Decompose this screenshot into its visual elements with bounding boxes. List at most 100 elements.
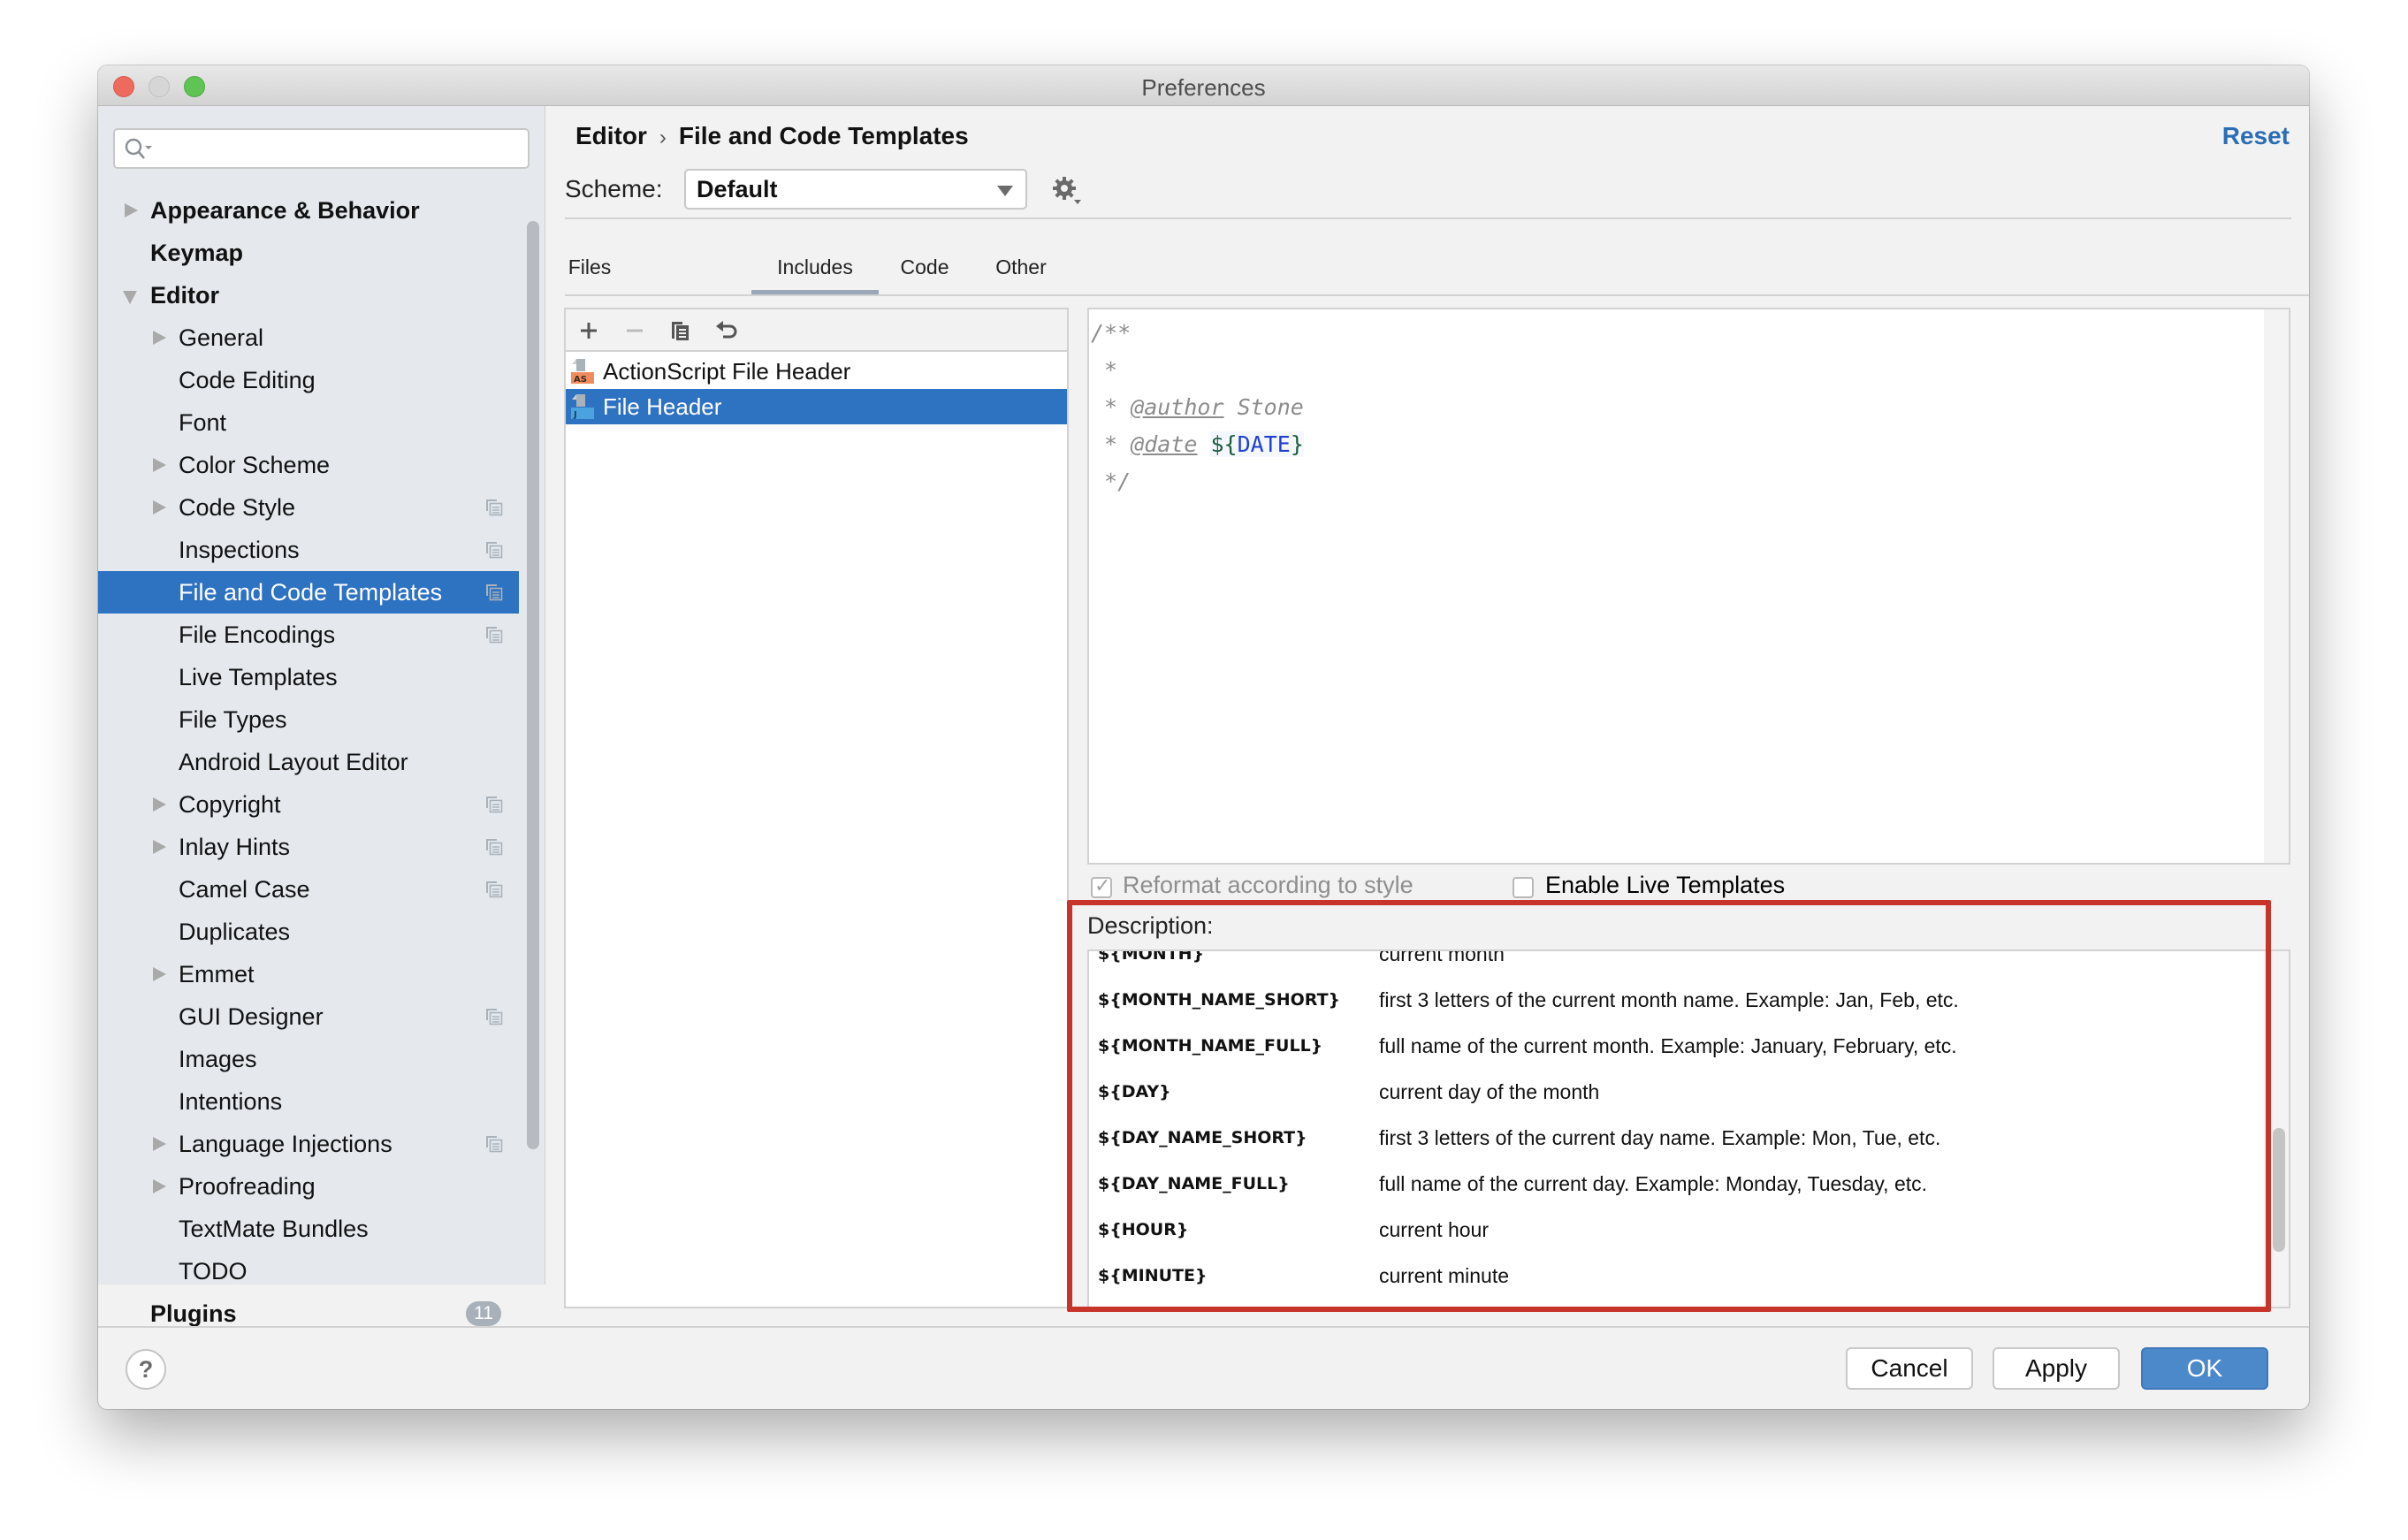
sidebar-item-general[interactable]: General xyxy=(98,316,519,359)
sidebar-item-label: Font xyxy=(179,409,227,436)
copy-icon[interactable] xyxy=(667,316,695,345)
collapsed-arrow-icon[interactable] xyxy=(151,486,169,529)
add-icon[interactable] xyxy=(575,316,603,345)
gear-icon[interactable] xyxy=(1051,175,1083,207)
sidebar-item-duplicates[interactable]: Duplicates xyxy=(98,911,519,953)
template-code-editor[interactable]: /** * * @author Stone * @date ${DATE} */ xyxy=(1087,308,2290,865)
template-item-file-header[interactable]: J File Header xyxy=(566,389,1067,424)
sidebar-item-proofreading[interactable]: Proofreading xyxy=(98,1165,519,1208)
collapsed-arrow-icon[interactable] xyxy=(151,444,169,486)
reset-link[interactable]: Reset xyxy=(2222,122,2290,150)
sidebar-item-label: Code Editing xyxy=(179,367,316,393)
sidebar-item-android-layout-editor[interactable]: Android Layout Editor xyxy=(98,741,519,783)
sidebar-item-todo[interactable]: TODO xyxy=(98,1250,519,1292)
template-list-toolbar xyxy=(566,309,1067,352)
project-scope-icon xyxy=(486,797,503,813)
breadcrumb-item-editor[interactable]: Editor xyxy=(575,122,647,149)
sidebar-item-inspections[interactable]: Inspections xyxy=(98,529,519,571)
title-bar: Preferences xyxy=(98,65,2309,106)
sidebar-item-language-injections[interactable]: Language Injections xyxy=(98,1123,519,1165)
sidebar-item-images[interactable]: Images xyxy=(98,1038,519,1080)
sidebar-item-file-encodings[interactable]: File Encodings xyxy=(98,614,519,656)
sidebar-item-label: Live Templates xyxy=(179,664,338,690)
reset-icon[interactable] xyxy=(712,316,741,345)
sidebar-item-label: TextMate Bundles xyxy=(179,1216,369,1242)
template-code[interactable]: /** * * @author Stone * @date ${DATE} */ xyxy=(1091,315,1304,500)
sidebar-item-label: GUI Designer xyxy=(179,1003,324,1030)
sidebar-item-live-templates[interactable]: Live Templates xyxy=(98,656,519,698)
tab-code[interactable]: Code xyxy=(898,242,951,295)
tab-other[interactable]: Other xyxy=(993,242,1049,295)
scheme-dropdown[interactable]: Default xyxy=(684,169,1027,210)
sidebar-item-code-editing[interactable]: Code Editing xyxy=(98,359,519,401)
sidebar-item-gui-designer[interactable]: GUI Designer xyxy=(98,995,519,1038)
comment-text: * xyxy=(1091,357,1118,383)
help-button[interactable]: ? xyxy=(126,1349,166,1390)
scheme-label: Scheme: xyxy=(565,175,663,202)
sidebar-item-color-scheme[interactable]: Color Scheme xyxy=(98,444,519,486)
sidebar-item-camel-case[interactable]: Camel Case xyxy=(98,868,519,911)
variable-name: ${DAY_NAME_SHORT} xyxy=(1098,1128,1307,1147)
sidebar-scrollbar[interactable] xyxy=(527,221,539,1149)
settings-tree: Appearance & Behavior Keymap Editor General… xyxy=(98,189,519,1335)
breadcrumb-item-current: File and Code Templates xyxy=(678,122,969,149)
settings-search-input[interactable] xyxy=(157,133,521,164)
sidebar-item-textmate-bundles[interactable]: TextMate Bundles xyxy=(98,1208,519,1250)
apply-button[interactable]: Apply xyxy=(1993,1347,2120,1390)
sidebar-item-emmet[interactable]: Emmet xyxy=(98,953,519,995)
sidebar-item-plugins[interactable]: Plugins 11 xyxy=(98,1292,519,1335)
collapsed-arrow-icon[interactable] xyxy=(151,826,169,868)
collapsed-arrow-icon[interactable] xyxy=(123,189,141,232)
variable-name: DATE xyxy=(1237,431,1291,457)
expanded-arrow-icon[interactable] xyxy=(123,274,141,316)
reformat-checkbox[interactable] xyxy=(1091,874,1112,898)
sidebar-item-file-types[interactable]: File Types xyxy=(98,698,519,741)
description-scrollbar-track[interactable] xyxy=(2264,951,2289,1307)
ok-button[interactable]: OK xyxy=(2141,1347,2268,1390)
collapsed-arrow-icon[interactable] xyxy=(151,783,169,826)
collapsed-arrow-icon[interactable] xyxy=(151,1123,169,1165)
sidebar-item-intentions[interactable]: Intentions xyxy=(98,1080,519,1123)
comment-text: * xyxy=(1091,394,1132,420)
sidebar-item-code-style[interactable]: Code Style xyxy=(98,486,519,529)
variable-name: ${MONTH} xyxy=(1098,949,1205,964)
description-scrollbar-thumb[interactable] xyxy=(2273,1128,2285,1252)
project-scope-icon xyxy=(486,627,503,644)
project-scope-icon xyxy=(486,584,503,601)
sidebar-item-label: Copyright xyxy=(179,791,281,818)
code-line: * xyxy=(1091,352,1304,389)
variable-description: current minute xyxy=(1379,1264,1510,1287)
tab-includes[interactable]: Includes xyxy=(751,242,879,295)
code-line: */ xyxy=(1091,463,1304,500)
collapsed-arrow-icon[interactable] xyxy=(151,1165,169,1208)
sidebar-item-label: Inspections xyxy=(179,537,300,563)
sidebar-item-appearance-behavior[interactable]: Appearance & Behavior xyxy=(98,189,519,232)
remove-icon[interactable] xyxy=(621,316,649,345)
template-variable: ${DATE} xyxy=(1210,431,1304,457)
sidebar-item-editor[interactable]: Editor xyxy=(98,274,519,316)
collapsed-arrow-icon[interactable] xyxy=(151,953,169,995)
scheme-value: Default xyxy=(697,176,778,202)
variable-description: full name of the current day. Example: M… xyxy=(1379,1172,1928,1195)
project-scope-icon xyxy=(486,499,503,516)
javadoc-tag: @author xyxy=(1131,394,1224,420)
sidebar-item-copyright[interactable]: Copyright xyxy=(98,783,519,826)
sidebar-item-label: File Types xyxy=(179,706,287,733)
sidebar-item-label: Camel Case xyxy=(179,876,310,903)
search-icon xyxy=(125,138,152,159)
sidebar-item-file-and-code-templates[interactable]: File and Code Templates xyxy=(98,571,519,614)
settings-search-field[interactable] xyxy=(113,128,530,169)
tab-files[interactable]: Files xyxy=(565,242,614,295)
collapsed-arrow-icon[interactable] xyxy=(151,316,169,359)
chevron-down-icon xyxy=(997,186,1013,196)
template-item-actionscript-file-header[interactable]: AS ActionScript File Header xyxy=(566,354,1067,389)
sidebar-item-font[interactable]: Font xyxy=(98,401,519,444)
sidebar-item-keymap[interactable]: Keymap xyxy=(98,232,519,274)
enable-live-templates-checkbox[interactable] xyxy=(1513,877,1534,898)
svg-text:J: J xyxy=(573,410,577,420)
code-line: /** xyxy=(1091,315,1304,352)
editor-scrollbar-track[interactable] xyxy=(2264,309,2289,863)
cancel-button[interactable]: Cancel xyxy=(1846,1347,1973,1390)
sidebar-item-inlay-hints[interactable]: Inlay Hints xyxy=(98,826,519,868)
svg-text:AS: AS xyxy=(574,375,587,385)
